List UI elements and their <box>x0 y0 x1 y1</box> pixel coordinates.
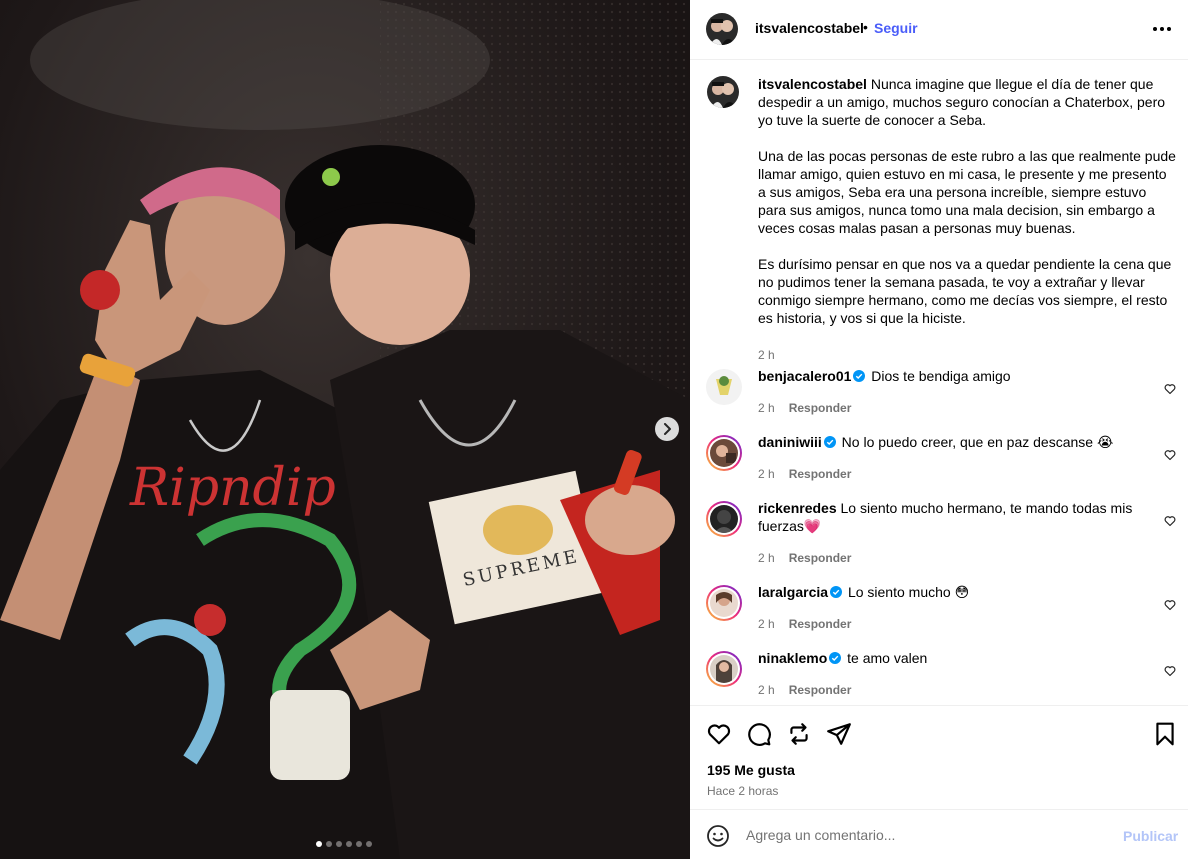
likes-count[interactable]: 195 Me gusta <box>707 762 795 778</box>
follow-button[interactable]: Seguir <box>874 20 918 36</box>
verified-badge-icon <box>830 586 843 598</box>
post-timestamp[interactable]: Hace 2 horas <box>707 784 778 798</box>
comment-time[interactable]: 2 h <box>758 683 775 697</box>
comment-time[interactable]: 2 h <box>758 467 775 481</box>
publish-comment-button[interactable]: Publicar <box>1123 828 1178 844</box>
carousel-dot <box>346 841 352 847</box>
comment-body: ninaklemo te amo valen <box>758 649 1138 667</box>
carousel-dot <box>326 841 332 847</box>
post-media[interactable]: Ripndip SUPREME <box>0 0 690 859</box>
comment-item: ninaklemo te amo valen 2 h Responder <box>706 649 1176 704</box>
emoji-icon[interactable] <box>706 824 730 848</box>
reply-button[interactable]: Responder <box>789 467 852 481</box>
comment-item: benjacalero01 Dios te bendiga amigo 2 h R… <box>706 367 1176 427</box>
post-header: itsvalencostabel • Seguir <box>690 0 1188 60</box>
comment-text: Dios te bendiga amigo <box>871 368 1011 384</box>
svg-text:Ripndip: Ripndip <box>129 458 336 518</box>
more-options-icon[interactable] <box>1151 18 1173 40</box>
caption-author-avatar[interactable] <box>707 76 739 108</box>
comment-input[interactable] <box>746 824 1106 846</box>
reply-button[interactable]: Responder <box>789 617 852 631</box>
comment-bubble-icon[interactable] <box>746 721 772 747</box>
commenter-avatar <box>710 655 738 683</box>
carousel-next-button[interactable] <box>655 417 679 441</box>
story-ring[interactable] <box>706 651 742 687</box>
carousel-dot <box>366 841 372 847</box>
comment-text: No lo puedo creer, que en paz descanse 😭 <box>841 434 1114 450</box>
verified-badge-icon <box>853 370 866 382</box>
carousel-dot <box>356 841 362 847</box>
caption-body: Nunca imagine que llegue el día de tener… <box>758 76 1176 326</box>
post-actions: 195 Me gusta Hace 2 horas <box>690 705 1188 809</box>
comment-body: laralgarcia Lo siento mucho 😳 <box>758 583 1138 601</box>
comment-meta: 2 h Responder <box>758 551 851 565</box>
comment-time[interactable]: 2 h <box>758 401 775 415</box>
chevron-right-icon <box>664 423 671 435</box>
comment-username[interactable]: ninaklemo <box>758 650 827 666</box>
comment-like-heart-icon[interactable] <box>1164 665 1176 677</box>
save-bookmark-icon[interactable] <box>1152 721 1178 747</box>
story-ring[interactable] <box>706 501 742 537</box>
caption-text: itsvalencostabel Nunca imagine que llegu… <box>758 75 1176 327</box>
comment-meta: 2 h Responder <box>758 401 851 415</box>
like-heart-icon[interactable] <box>706 721 732 747</box>
comment-body: benjacalero01 Dios te bendiga amigo <box>758 367 1138 385</box>
comment-body: rickenredes Lo siento mucho hermano, te … <box>758 499 1138 535</box>
carousel-indicator <box>316 841 372 847</box>
post-side-panel: itsvalencostabel • Seguir itsvalencostab… <box>690 0 1188 859</box>
comment-time[interactable]: 2 h <box>758 551 775 565</box>
commenter-avatar[interactable] <box>706 369 742 405</box>
comment-like-heart-icon[interactable] <box>1164 599 1176 611</box>
comment-meta: 2 h Responder <box>758 617 851 631</box>
header-separator: • <box>863 19 868 35</box>
comment-item: laralgarcia Lo siento mucho 😳 2 h Respond… <box>706 583 1176 643</box>
comment-username[interactable]: rickenredes <box>758 500 837 516</box>
comment-item: daniniwiii No lo puedo creer, que en paz… <box>706 433 1176 493</box>
reply-button[interactable]: Responder <box>789 683 852 697</box>
carousel-dot <box>336 841 342 847</box>
comment-like-heart-icon[interactable] <box>1164 449 1176 461</box>
verified-badge-icon <box>823 436 836 448</box>
reply-button[interactable]: Responder <box>789 401 852 415</box>
commenter-avatar <box>710 439 738 467</box>
share-paper-plane-icon[interactable] <box>826 721 852 747</box>
comment-like-heart-icon[interactable] <box>1164 383 1176 395</box>
post-photo: Ripndip SUPREME <box>0 0 690 859</box>
caption-username[interactable]: itsvalencostabel <box>758 76 867 92</box>
comment-like-heart-icon[interactable] <box>1164 515 1176 527</box>
comment-text: Lo siento mucho 😳 <box>847 584 970 600</box>
story-ring[interactable] <box>706 585 742 621</box>
reply-button[interactable]: Responder <box>789 551 852 565</box>
comment-meta: 2 h Responder <box>758 467 851 481</box>
comment-meta: 2 h Responder <box>758 683 851 697</box>
author-avatar[interactable] <box>706 13 738 45</box>
comment-text: te amo valen <box>847 650 928 666</box>
comment-item: rickenredes Lo siento mucho hermano, te … <box>706 499 1176 579</box>
carousel-dot <box>316 841 322 847</box>
commenter-avatar <box>710 589 738 617</box>
repost-icon[interactable] <box>786 721 812 747</box>
commenter-avatar <box>710 505 738 533</box>
comment-username[interactable]: benjacalero01 <box>758 368 851 384</box>
comments-scroll-area[interactable]: itsvalencostabel Nunca imagine que llegu… <box>690 61 1188 704</box>
story-ring[interactable] <box>706 435 742 471</box>
comment-username[interactable]: daniniwiii <box>758 434 822 450</box>
comment-composer: Publicar <box>690 809 1188 859</box>
caption-timestamp[interactable]: 2 h <box>758 348 775 362</box>
comment-username[interactable]: laralgarcia <box>758 584 828 600</box>
verified-badge-icon <box>829 652 842 664</box>
comment-time[interactable]: 2 h <box>758 617 775 631</box>
author-username[interactable]: itsvalencostabel <box>755 20 864 36</box>
comment-body: daniniwiii No lo puedo creer, que en paz… <box>758 433 1138 451</box>
